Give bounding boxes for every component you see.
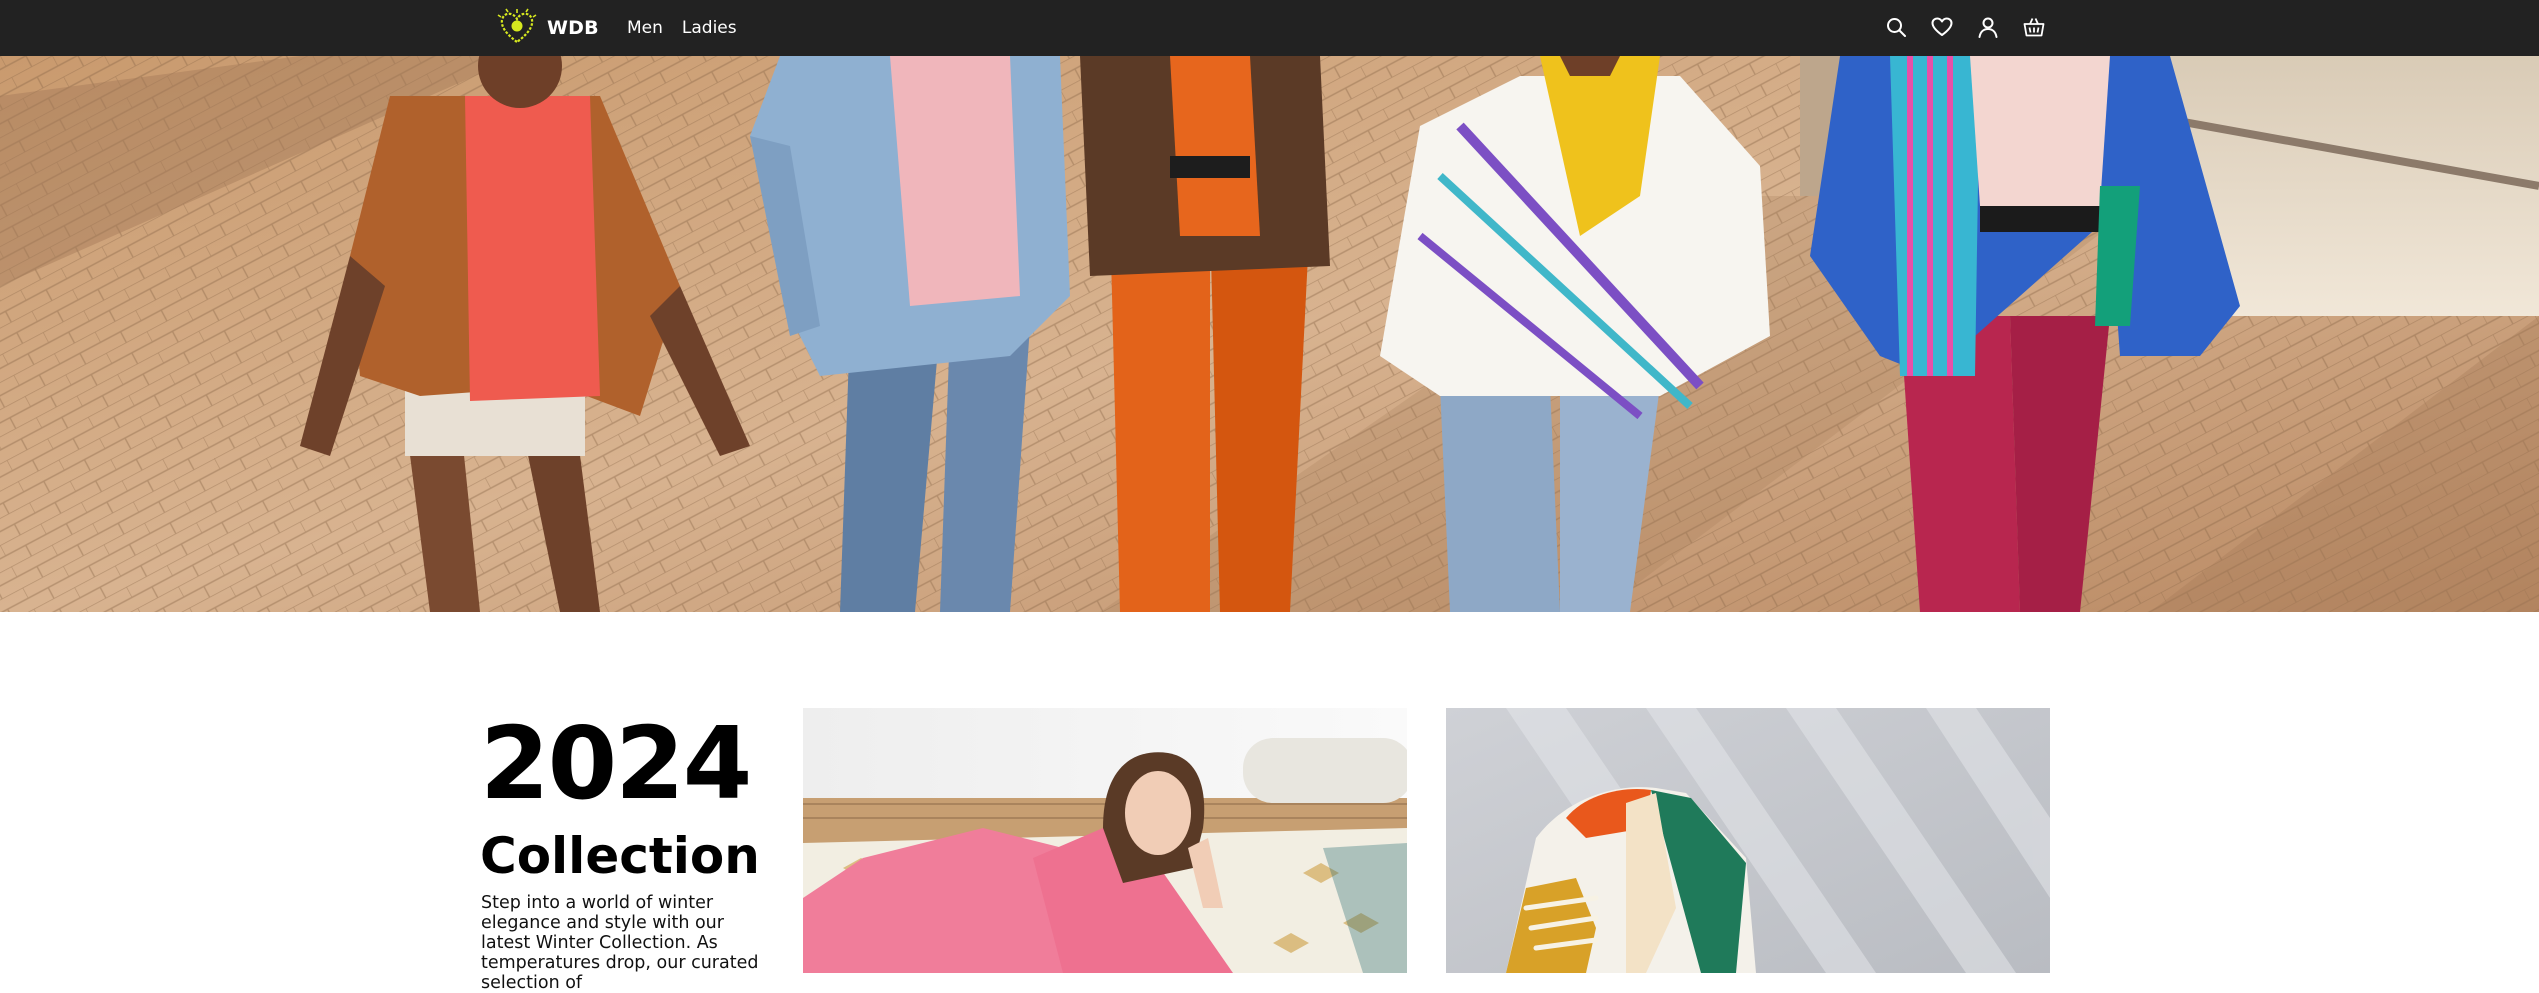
header-actions	[1884, 14, 2046, 40]
basket-icon	[2023, 18, 2045, 37]
promo-card-sneakers[interactable]	[1446, 708, 2050, 973]
collection-description: Step into a world of winter elegance and…	[481, 893, 759, 993]
hero-banner	[0, 56, 2539, 612]
heart-icon	[1931, 17, 1953, 36]
brand-heart-logo-icon	[497, 8, 537, 44]
collection-title-heading: Collection	[480, 827, 760, 885]
promo-image-sneaker	[1446, 708, 2050, 973]
brand-name: WDB	[547, 17, 599, 39]
search-icon	[1887, 18, 1906, 37]
basket-button[interactable]	[2022, 14, 2046, 40]
brand-logo-link[interactable]: WDB	[497, 7, 599, 49]
user-icon	[1978, 17, 1998, 38]
promo-card-ladies[interactable]	[803, 708, 1407, 973]
wishlist-button[interactable]	[1930, 14, 1954, 40]
nav-link-ladies[interactable]: Ladies	[682, 16, 737, 40]
promo-image-woman	[803, 708, 1407, 973]
top-navigation-bar: WDB Men Ladies	[0, 0, 2539, 56]
main-navigation: Men Ladies	[627, 16, 737, 40]
collection-year-heading: 2024	[480, 705, 752, 822]
search-button[interactable]	[1884, 14, 1908, 40]
account-button[interactable]	[1976, 14, 2000, 40]
hero-image	[0, 56, 2539, 612]
nav-link-men[interactable]: Men	[627, 16, 663, 40]
